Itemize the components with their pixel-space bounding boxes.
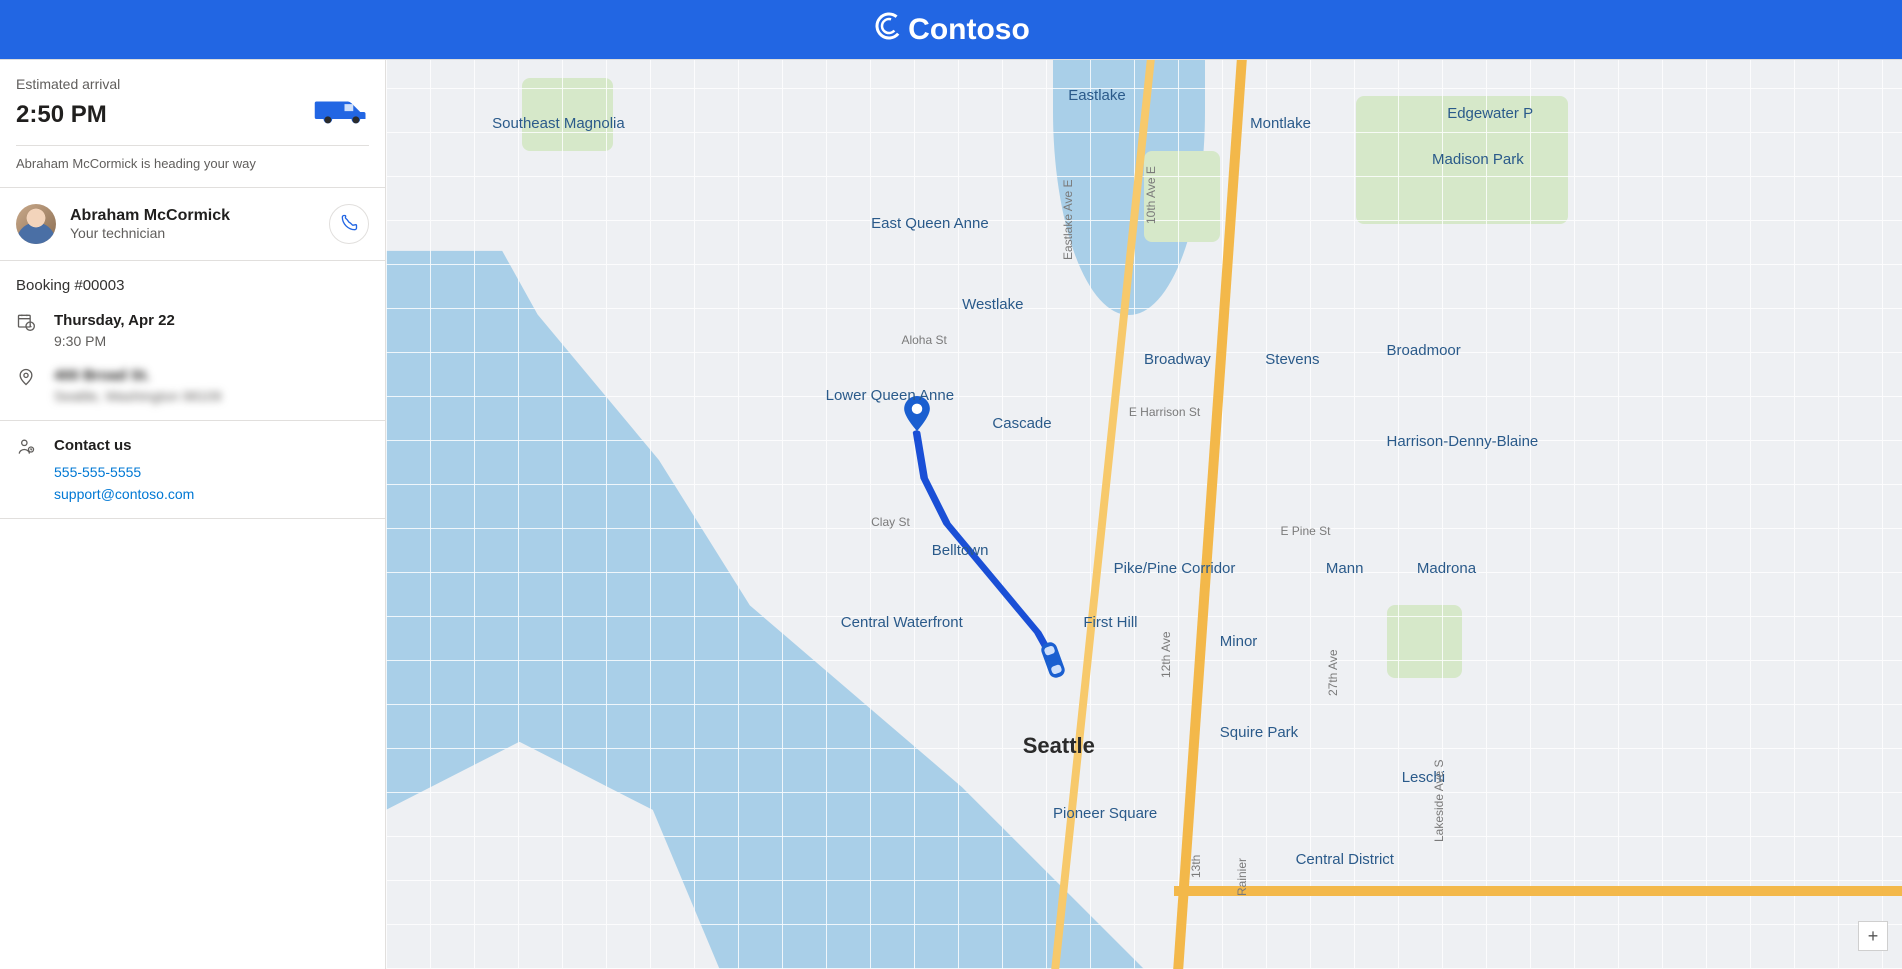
- arrival-section: Estimated arrival 2:50 PM Abraham McCorm…: [0, 60, 385, 188]
- address-line2: Seattle, Washington 98109: [54, 388, 369, 404]
- address-body: 400 Broad St. Seattle, Washington 98109: [54, 367, 369, 404]
- booking-address-row: 400 Broad St. Seattle, Washington 98109: [16, 367, 369, 404]
- calendar-clock-icon: [16, 312, 38, 349]
- technician-avatar: [16, 204, 56, 244]
- booking-number: Booking #00003: [16, 277, 369, 294]
- map-panel[interactable]: Seattle Southeast Magnolia Eastlake Montla…: [386, 60, 1902, 969]
- map-neighborhood-label: Pioneer Square: [1053, 805, 1157, 822]
- eta-row: 2:50 PM: [16, 96, 369, 146]
- contact-email-link[interactable]: support@contoso.com: [54, 486, 369, 502]
- contact-body: Contact us 555-555-5555 support@contoso.…: [54, 437, 369, 502]
- app-header: Contoso: [0, 0, 1902, 60]
- map-street-label: Clay St: [871, 515, 910, 529]
- map-street-label: Lakeside Ave S: [1432, 759, 1446, 842]
- map-neighborhood-label: Westlake: [962, 296, 1023, 313]
- schedule-body: Thursday, Apr 22 9:30 PM: [54, 312, 369, 349]
- map-neighborhood-label: Stevens: [1265, 351, 1319, 368]
- map-neighborhood-label: Lower Queen Anne: [826, 387, 954, 404]
- contact-row: Contact us 555-555-5555 support@contoso.…: [16, 437, 369, 502]
- technician-name: Abraham McCormick: [70, 207, 315, 225]
- highway-90: [1174, 886, 1902, 896]
- brand-name: Contoso: [908, 13, 1030, 47]
- map-neighborhood-label: Harrison-Denny-Blaine: [1387, 433, 1539, 450]
- map-neighborhood-label: East Queen Anne: [871, 215, 989, 232]
- map-neighborhood-label: First Hill: [1083, 614, 1137, 631]
- map-neighborhood-label: Eastlake: [1068, 87, 1126, 104]
- map-neighborhood-label: Cascade: [992, 415, 1051, 432]
- technician-row: Abraham McCormick Your technician: [16, 204, 369, 244]
- map-neighborhood-label: Squire Park: [1220, 724, 1298, 741]
- map-neighborhood-label: Madison Park: [1432, 151, 1524, 168]
- map-neighborhood-label: Minor: [1220, 633, 1258, 650]
- contact-section: Contact us 555-555-5555 support@contoso.…: [0, 421, 385, 519]
- map-neighborhood-label: Broadway: [1144, 351, 1211, 368]
- location-pin-icon: [16, 367, 38, 404]
- map-street-label: 27th Ave: [1326, 650, 1340, 697]
- map-canvas: Seattle Southeast Magnolia Eastlake Montla…: [386, 60, 1902, 969]
- details-sidebar: Estimated arrival 2:50 PM Abraham McCorm…: [0, 60, 386, 969]
- map-neighborhood-label: Edgewater P: [1447, 105, 1533, 122]
- main-layout: Estimated arrival 2:50 PM Abraham McCorm…: [0, 60, 1902, 969]
- map-neighborhood-label: Central District: [1296, 851, 1394, 868]
- arrival-status: Abraham McCormick is heading your way: [16, 156, 369, 171]
- map-street-label: Eastlake Ave E: [1061, 179, 1075, 260]
- map-street-label: 13th: [1189, 855, 1203, 878]
- brand-logo: Contoso: [872, 9, 1030, 51]
- booking-time: 9:30 PM: [54, 333, 369, 349]
- technician-section: Abraham McCormick Your technician: [0, 188, 385, 261]
- map-neighborhood-label: Central Waterfront: [841, 614, 963, 631]
- map-neighborhood-label: Southeast Magnolia: [492, 115, 625, 132]
- van-icon: [313, 96, 369, 133]
- address-line1: 400 Broad St.: [54, 367, 369, 384]
- map-street-label: 12th Ave: [1159, 632, 1173, 679]
- map-street-label: E Harrison St: [1129, 405, 1200, 419]
- map-street-label: Rainier: [1235, 858, 1249, 896]
- map-street-label: Aloha St: [901, 333, 946, 347]
- booking-schedule-row: Thursday, Apr 22 9:30 PM: [16, 312, 369, 349]
- booking-date: Thursday, Apr 22: [54, 312, 369, 329]
- map-neighborhood-label: Broadmoor: [1387, 342, 1461, 359]
- eta-time: 2:50 PM: [16, 101, 107, 129]
- map-city-label: Seattle: [1023, 733, 1095, 759]
- person-support-icon: [16, 437, 38, 502]
- zoom-in-button[interactable]: +: [1858, 921, 1888, 951]
- eta-label: Estimated arrival: [16, 76, 369, 92]
- contact-phone-link[interactable]: 555-555-5555: [54, 464, 369, 480]
- map-street-label: E Pine St: [1280, 524, 1330, 538]
- map-neighborhood-label: Mann: [1326, 560, 1364, 577]
- booking-section: Booking #00003 Thursday, Apr 22 9:30 PM …: [0, 261, 385, 421]
- phone-icon: [339, 213, 359, 236]
- technician-info: Abraham McCormick Your technician: [70, 207, 315, 241]
- map-neighborhood-label: Montlake: [1250, 115, 1311, 132]
- map-neighborhood-label: Pike/Pine Corridor: [1114, 560, 1236, 577]
- map-neighborhood-label: Belltown: [932, 542, 989, 559]
- technician-role: Your technician: [70, 225, 315, 241]
- map-street-label: 10th Ave E: [1144, 166, 1158, 224]
- map-neighborhood-label: Madrona: [1417, 560, 1476, 577]
- contact-title: Contact us: [54, 437, 369, 454]
- call-button[interactable]: [329, 204, 369, 244]
- brand-logo-mark: [872, 9, 906, 51]
